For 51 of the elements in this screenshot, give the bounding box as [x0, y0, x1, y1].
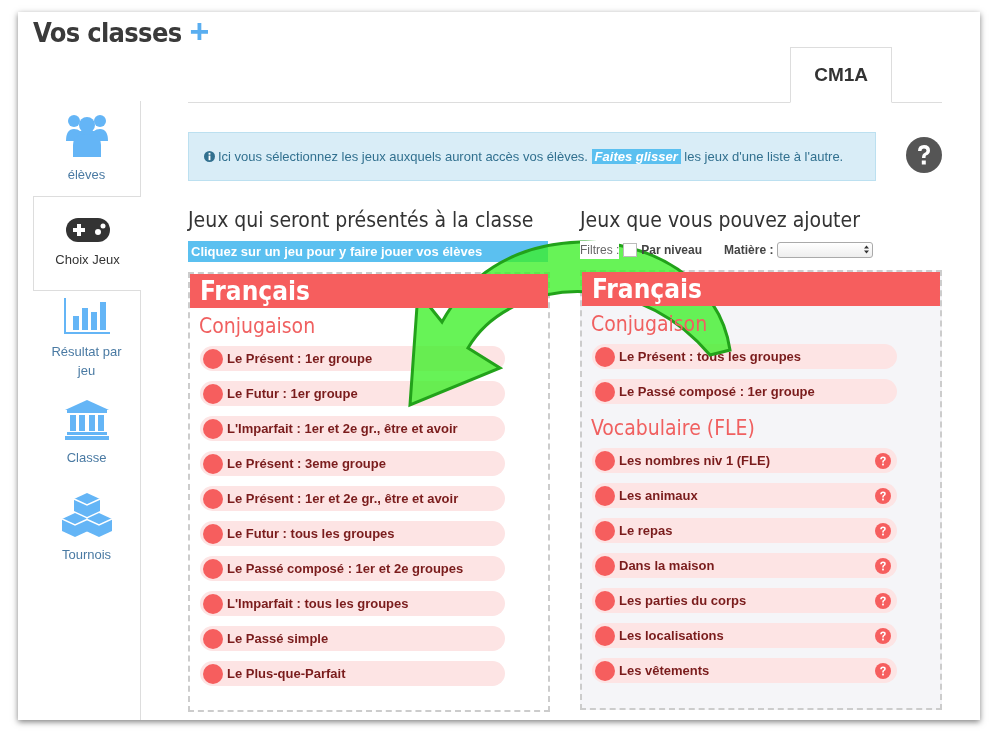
filter-label: Filtres :	[580, 240, 620, 259]
bar-chart-icon	[63, 297, 110, 334]
users-icon	[64, 113, 109, 157]
subject-header: Français	[190, 274, 548, 308]
select-label: Matière :	[724, 241, 774, 259]
game-item[interactable]: Les parties du corps	[592, 588, 897, 613]
game-item[interactable]: Les animaux	[592, 483, 897, 508]
cubes-icon	[61, 493, 112, 537]
game-item[interactable]: Le repas	[592, 518, 897, 543]
help-icon[interactable]	[875, 592, 891, 609]
sidebar-item[interactable]: élèves	[33, 101, 141, 196]
game-item[interactable]: Le Passé composé : 1er et 2e groupes	[200, 556, 505, 581]
help-icon[interactable]	[875, 522, 891, 539]
gamepad-icon	[65, 218, 110, 242]
game-item[interactable]: Le Futur : tous les groupes	[200, 521, 505, 546]
game-item[interactable]: Le Présent : 1er et 2e gr., être et avoir	[200, 486, 505, 511]
game-item[interactable]: L'Imparfait : tous les groupes	[200, 591, 505, 616]
section-heading: Conjugaison	[198, 313, 317, 340]
game-item[interactable]: Le Passé simple	[200, 626, 505, 651]
page-title: Vos classes	[33, 15, 182, 50]
game-item[interactable]: Dans la maison	[592, 553, 897, 578]
game-item[interactable]: L'Imparfait : 1er et 2e gr., être et avoir	[200, 416, 505, 441]
game-item[interactable]: Les localisations	[592, 623, 897, 648]
sidebar-item[interactable]: Classe	[33, 386, 141, 481]
sidebar-item[interactable]: Résultat par jeu	[33, 291, 141, 386]
checkbox-label: Par niveau	[641, 241, 703, 259]
help-icon[interactable]	[875, 557, 891, 574]
subject-dropdown[interactable]	[777, 241, 874, 258]
help-icon[interactable]	[875, 487, 891, 504]
subject-header: Français	[582, 272, 940, 306]
info-icon	[204, 151, 215, 162]
game-item[interactable]: Le Présent : 3eme groupe	[200, 451, 505, 476]
column-heading: Jeux qui seront présentés à la classe	[188, 207, 535, 231]
column-heading: Jeux que vous pouvez ajouter	[580, 207, 861, 231]
game-item[interactable]: Les nombres niv 1 (FLE)	[592, 448, 897, 473]
caret-icon	[864, 245, 870, 254]
sidebar-item[interactable]: Tournois	[33, 481, 141, 576]
help-icon[interactable]	[875, 627, 891, 644]
tab[interactable]: CM1A	[790, 47, 892, 103]
sidebar-item[interactable]: Choix Jeux	[33, 196, 141, 291]
level-checkbox[interactable]	[623, 242, 638, 257]
help-icon[interactable]	[875, 452, 891, 469]
game-item[interactable]: Le Passé composé : 1er groupe	[592, 379, 897, 404]
info-message: Ici vous sélectionnez les jeux auxquels auront accès vos élèves. Faites glisser les jeux d'une liste à l'autre.	[204, 148, 860, 165]
section-heading: Vocabulaire (FLE)	[590, 415, 756, 442]
game-item[interactable]: Les vêtements	[592, 658, 897, 683]
game-item[interactable]: Le Plus-que-Parfait	[200, 661, 505, 686]
help-icon[interactable]	[906, 137, 942, 173]
bank-icon	[64, 400, 109, 440]
help-icon[interactable]	[875, 662, 891, 679]
hint-text: Cliquez sur un jeu pour y faire jouer vos élèves	[188, 241, 548, 262]
